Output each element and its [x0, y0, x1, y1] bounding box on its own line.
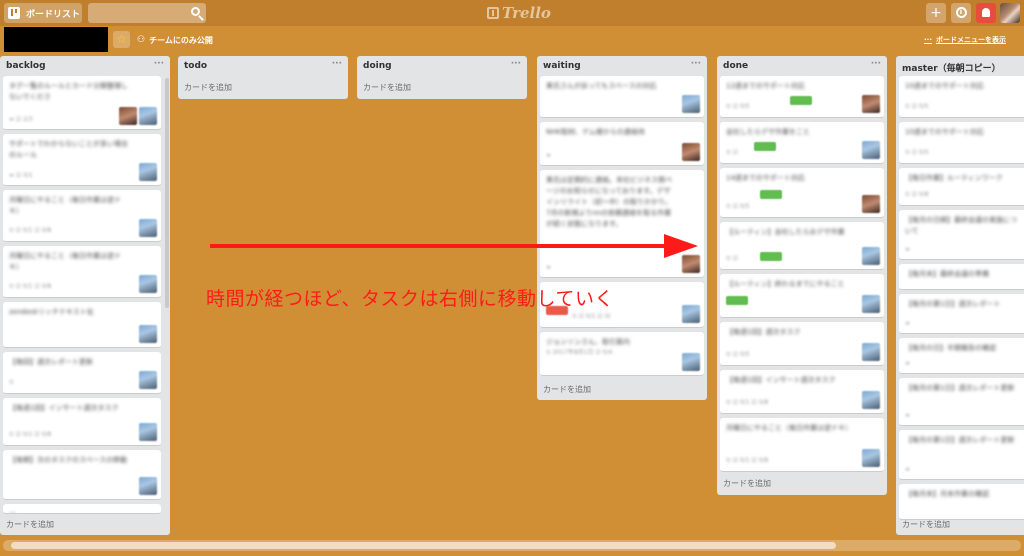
list-item[interactable]: 会社したらデザ作業をこと ⏲ ☑ — [720, 122, 884, 164]
visibility-label: チームにのみ公開 — [149, 35, 213, 45]
top-header: ボードリスト Trello + i — [0, 0, 1024, 26]
list-item[interactable]: 【ルーティン】会社したらおデザ作業 ⏲ ☑ — [720, 222, 884, 270]
list-item[interactable]: 【毎月末】最終会議の準備 — [899, 264, 1024, 290]
list-item[interactable]: zendeskリッチテキスト化 — [3, 302, 161, 348]
list-item[interactable]: 【毎日作業】ルーティンワーク ⏲ ☑ 0/8 — [899, 168, 1024, 206]
list-title: backlog — [6, 61, 46, 71]
list-todo: todo ··· カードを追加 — [178, 56, 348, 99]
list-item[interactable]: 10週までのサポート対応 ⏲ ☑ 0/5 — [899, 122, 1024, 164]
board-title-redacted[interactable] — [4, 27, 108, 52]
add-button[interactable]: + — [926, 3, 946, 23]
search-input[interactable] — [88, 3, 206, 23]
list-header[interactable]: backlog ··· — [0, 56, 170, 76]
annotation-text: 時間が経つほど、タスクは右側に移動していく — [206, 288, 614, 310]
trello-logo-text: Trello — [502, 4, 551, 22]
list-header[interactable]: doing ··· — [357, 56, 527, 76]
add-card-link[interactable]: カードを追加 — [184, 82, 232, 93]
list-item[interactable]: 【毎朝】次のタスクのスペースの移動 — [3, 450, 161, 500]
list-doing: doing ··· カードを追加 — [357, 56, 527, 99]
list-menu-icon[interactable]: ··· — [511, 59, 521, 69]
add-card-link[interactable]: カードを追加 — [543, 384, 591, 395]
list-item[interactable]: ジョンソンさん、取引案内 ⏲ 2017年8月1日 ☑ 0/4 — [540, 332, 704, 376]
notifications-button[interactable] — [976, 3, 996, 23]
boards-button[interactable]: ボードリスト — [4, 3, 82, 23]
list-item[interactable]: 某氏は定期的に連絡。本社ビジネス側ページのお知らせになっております。デザインリラ… — [540, 170, 704, 278]
list-item[interactable]: 月曜日にやること（毎日作業は逆ドキ） ⏲ ☑ 0/1 ☑ 0/8 — [720, 418, 884, 472]
show-menu-label: ボードメニューを表示 — [935, 36, 1006, 44]
list-header[interactable]: master（毎朝コピー） — [896, 56, 1024, 76]
list-item[interactable]: 【毎月の第1日】週次レポート更新 ≡ — [899, 430, 1024, 480]
star-icon: ☆ — [116, 32, 127, 46]
list-header[interactable]: waiting ··· — [537, 56, 707, 76]
list-title: waiting — [543, 61, 581, 71]
boards-button-label: ボードリスト — [26, 9, 81, 20]
list-master: master（毎朝コピー） 10週までのサポート対応 ⏲ ☑ 0/5 10週まで… — [896, 56, 1024, 535]
list-title: todo — [184, 61, 208, 71]
list-menu-icon[interactable]: ··· — [154, 59, 164, 69]
board-scrollbar[interactable] — [3, 540, 1021, 551]
list-item[interactable]: 14週までのサポート対応 ⏲ ☑ 0/5 — [720, 168, 884, 218]
list-item[interactable]: 月曜日にやること（毎日作業は逆ドキ） ⏲ ☑ 0/1 ☑ 0/8 — [3, 246, 161, 298]
list-item[interactable]: 月曜日にやること（毎日作業は逆ドキ） ⏲ ☑ 0/1 ☑ 0/8 — [3, 190, 161, 242]
list-item[interactable]: 【毎月の第1日】週次レポート更新 ≡ — [899, 378, 1024, 426]
avatar[interactable] — [1000, 3, 1020, 23]
list-done: done ··· 12週までのサポート対応 ⏲ ☑ 0/5 会社したらデザ作業を… — [717, 56, 887, 495]
list-item[interactable]: 【毎回】週次レポート更新 ⏲ — [3, 352, 161, 394]
list-header[interactable]: todo ··· — [178, 56, 348, 76]
add-card-link[interactable]: カードを追加 — [6, 519, 54, 530]
search-icon[interactable] — [191, 7, 200, 16]
list-item[interactable]: 【毎週1回】週次タスク ⏲ ☑ 0/5 — [720, 322, 884, 366]
add-card-link[interactable]: カードを追加 — [723, 478, 771, 489]
bell-icon — [982, 8, 990, 17]
list-item[interactable]: 某氏さんが戻ってもスペースの対応 — [540, 76, 704, 118]
list-item[interactable]: 【毎週1回】インサート週次タスク ⏲ ☑ 0/1 ☑ 0/8 — [720, 370, 884, 414]
trello-logo[interactable]: Trello — [487, 3, 551, 23]
list-item[interactable]: NHK取材、ゲム様からの連絡待 ≡ — [540, 122, 704, 166]
progress-arrow — [210, 234, 698, 258]
board-scrollbar-thumb[interactable] — [11, 542, 836, 549]
list-item[interactable]: 【毎月の日締】最終会議の実施について ≡ — [899, 210, 1024, 260]
star-button[interactable]: ☆ — [113, 31, 130, 48]
boards-icon — [8, 7, 20, 19]
show-menu-link[interactable]: ··· ボードメニューを表示 — [924, 35, 1006, 47]
team-icon: ⚇ — [137, 35, 146, 45]
list-header[interactable]: done ··· — [717, 56, 887, 76]
list-title: master（毎朝コピー） — [902, 64, 1001, 74]
plus-icon: + — [930, 5, 942, 21]
trello-logo-icon — [487, 7, 499, 19]
info-icon: i — [955, 6, 967, 18]
list-scrollbar[interactable] — [165, 78, 169, 308]
list-backlog: backlog ··· タグ一覧のルールとカード分類整理しないでくださ ≡ ☑ … — [0, 56, 170, 535]
list-item[interactable]: 【ルーティン】終わるまでにやること — [720, 274, 884, 318]
info-button[interactable]: i — [951, 3, 971, 23]
add-card-link[interactable]: カードを追加 — [363, 82, 411, 93]
list-menu-icon[interactable]: ··· — [332, 59, 342, 69]
list-item[interactable]: サポートでわからないことが多い場合のルール ≡ ☑ 0/1 — [3, 134, 161, 186]
list-title: done — [723, 61, 749, 71]
list-item[interactable]: 【毎週1回】インサート週次タスク ⏲ ☑ 0/1 ☑ 0/8 — [3, 398, 161, 446]
more-icon: ··· — [924, 36, 932, 44]
list-item[interactable]: 10週までのサポート対応 ⏲ ☑ 0/5 — [899, 76, 1024, 118]
list-menu-icon[interactable]: ··· — [691, 59, 701, 69]
list-item[interactable]: 【毎月の第1日】週次レポート ≡ — [899, 294, 1024, 334]
list-item[interactable]: ー — [3, 504, 161, 514]
list-title: doing — [363, 61, 392, 71]
add-card-link[interactable]: カードを追加 — [902, 519, 950, 530]
list-item[interactable]: 12週までのサポート対応 ⏲ ☑ 0/5 — [720, 76, 884, 118]
visibility-button[interactable]: ⚇ チームにのみ公開 — [137, 33, 213, 47]
list-item[interactable]: 【毎月末】月末作業の確認 — [899, 484, 1024, 520]
list-waiting: waiting ··· 某氏さんが戻ってもスペースの対応 NHK取材、ゲム様から… — [537, 56, 707, 400]
list-item[interactable]: タグ一覧のルールとカード分類整理しないでくださ ≡ ☑ 2/3 — [3, 76, 161, 130]
list-item[interactable]: 【毎月の日】半期報告の確認 ≡ — [899, 338, 1024, 374]
list-menu-icon[interactable]: ··· — [871, 59, 881, 69]
